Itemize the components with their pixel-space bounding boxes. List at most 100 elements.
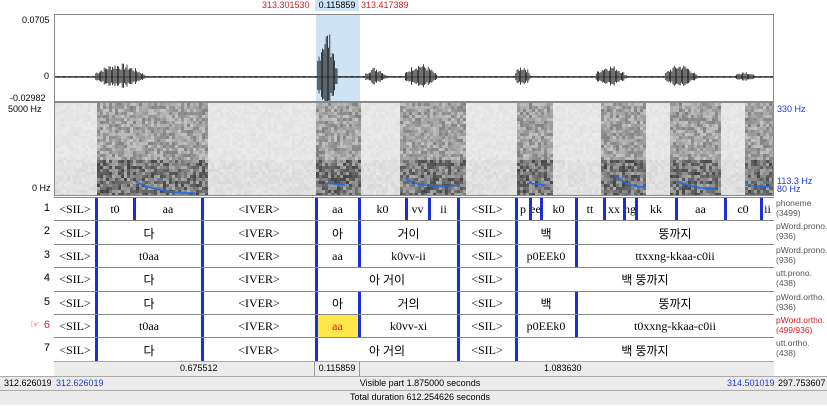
interval-boundary[interactable] — [201, 315, 204, 339]
interval-boundary[interactable] — [760, 198, 763, 222]
interval-boundary[interactable] — [315, 315, 318, 339]
tier-5[interactable]: <SIL> 다 <IVER> 아 거의 <SIL> 백 뚱까지 — [54, 290, 774, 315]
interval-boundary[interactable] — [315, 268, 318, 292]
tier-interval[interactable]: <SIL> — [54, 268, 96, 291]
interval-boundary[interactable] — [529, 198, 532, 222]
tier-interval[interactable]: <SIL> — [458, 245, 516, 268]
tier-interval[interactable]: <IVER> — [202, 315, 316, 338]
tier-interval[interactable]: vv — [406, 198, 429, 221]
interval-boundary[interactable] — [95, 244, 98, 269]
interval-boundary[interactable] — [457, 338, 460, 362]
tier-interval[interactable]: 백 — [516, 292, 576, 315]
tier-interval[interactable]: <SIL> — [54, 245, 96, 268]
interval-boundary[interactable] — [315, 221, 318, 245]
interval-boundary[interactable] — [575, 198, 578, 222]
tier-interval[interactable]: 백 — [516, 221, 576, 244]
tier-interval[interactable]: 다 — [96, 338, 202, 361]
tier-interval[interactable]: aa — [134, 198, 202, 221]
visible-right-outer[interactable]: 297.753607 — [778, 378, 826, 388]
visible-start[interactable]: 312.626019 — [56, 378, 104, 388]
tier-3[interactable]: <SIL> t0aa <IVER> aa k0vv-ii <SIL> p0EEk0 ttxxn… — [54, 243, 774, 269]
tier-interval[interactable]: c0 — [725, 198, 761, 221]
tier-interval[interactable]: p — [516, 198, 530, 221]
tier-interval[interactable]: k0vv-xi — [359, 315, 458, 338]
interval-boundary[interactable] — [95, 315, 98, 339]
interval-boundary[interactable] — [315, 338, 318, 362]
tier-interval[interactable]: t0aa — [96, 245, 202, 268]
interval-boundary[interactable] — [95, 221, 98, 245]
tier-interval[interactable]: <SIL> — [458, 315, 516, 338]
visible-left-outer[interactable]: 312.626019 — [4, 378, 52, 388]
interval-boundary[interactable] — [515, 221, 518, 245]
interval-boundary[interactable] — [457, 244, 460, 269]
interval-boundary[interactable] — [603, 198, 606, 222]
interval-boundary[interactable] — [457, 315, 460, 339]
interval-boundary[interactable] — [457, 198, 460, 222]
interval-boundary[interactable] — [358, 221, 361, 245]
interval-boundary[interactable] — [201, 268, 204, 292]
tier-interval[interactable]: <SIL> — [54, 198, 96, 221]
interval-boundary[interactable] — [515, 244, 518, 269]
interval-boundary[interactable] — [623, 198, 626, 222]
tier-interval[interactable]: 거이 — [359, 221, 458, 244]
interval-boundary[interactable] — [201, 221, 204, 245]
tier-1[interactable]: <SIL> t0 aa <IVER> aa k0 vv ii <SIL> p ee k0 tt xx ng k… — [54, 197, 774, 222]
interval-boundary[interactable] — [358, 198, 361, 222]
tier-interval[interactable]: t0aa — [96, 315, 202, 338]
tier-interval[interactable]: t0 — [96, 198, 134, 221]
tier-interval[interactable]: p0EEk0 — [516, 315, 576, 338]
interval-boundary[interactable] — [405, 198, 408, 222]
tier-interval[interactable]: <IVER> — [202, 198, 316, 221]
interval-boundary[interactable] — [358, 244, 361, 269]
interval-boundary[interactable] — [201, 198, 204, 222]
tier-interval[interactable]: aa — [316, 198, 359, 221]
interval-boundary[interactable] — [515, 315, 518, 339]
tier-2[interactable]: <SIL> 다 <IVER> 아 거이 <SIL> 백 뚱까지 — [54, 220, 774, 245]
tier-interval[interactable]: aa — [676, 198, 725, 221]
tier-interval[interactable]: 아 — [316, 292, 359, 315]
interval-boundary[interactable] — [315, 291, 318, 315]
interval-boundary[interactable] — [315, 198, 318, 222]
tier-interval[interactable]: t0xxng-kkaa-c0ii — [576, 315, 774, 338]
interval-boundary[interactable] — [95, 268, 98, 292]
interval-boundary[interactable] — [95, 338, 98, 362]
tier-interval[interactable]: xx — [604, 198, 624, 221]
tier-interval[interactable]: <IVER> — [202, 338, 316, 361]
interval-boundary[interactable] — [515, 291, 518, 315]
interval-boundary[interactable] — [358, 315, 361, 339]
tier-interval[interactable]: 아 — [316, 221, 359, 244]
interval-boundary[interactable] — [457, 221, 460, 245]
waveform-panel[interactable] — [54, 14, 774, 102]
interval-boundary[interactable] — [201, 244, 204, 269]
interval-boundary[interactable] — [675, 198, 678, 222]
duration-left[interactable]: 0.675512 — [180, 363, 218, 373]
visible-duration[interactable]: Visible part 1.875000 seconds — [300, 378, 540, 388]
tier-interval[interactable]: <SIL> — [54, 315, 96, 338]
interval-boundary[interactable] — [95, 291, 98, 315]
tier-interval[interactable]: <SIL> — [458, 198, 516, 221]
tier-interval[interactable]: <IVER> — [202, 292, 316, 315]
interval-boundary[interactable] — [575, 244, 578, 269]
tier-interval[interactable]: <SIL> — [458, 221, 516, 244]
tier-interval[interactable]: 다 — [96, 292, 202, 315]
interval-boundary[interactable] — [201, 338, 204, 362]
tier-interval[interactable]: <SIL> — [458, 292, 516, 315]
interval-boundary[interactable] — [457, 268, 460, 292]
interval-boundary[interactable] — [315, 244, 318, 269]
tier-interval[interactable]: ii — [429, 198, 458, 221]
spectrogram-panel[interactable] — [54, 102, 774, 196]
interval-boundary[interactable] — [724, 198, 727, 222]
tier-interval[interactable]: 아 거의 — [316, 338, 458, 361]
interval-boundary[interactable] — [515, 338, 518, 362]
total-duration[interactable]: Total duration 612.254626 seconds — [300, 392, 540, 402]
tier-interval[interactable]: kk — [636, 198, 676, 221]
tier-interval[interactable]: k0vv-ii — [359, 245, 458, 268]
interval-boundary[interactable] — [95, 198, 98, 222]
tier-interval[interactable]: <SIL> — [54, 292, 96, 315]
tier-6[interactable]: <SIL> t0aa <IVER> aa k0vv-xi <SIL> p0EEk0 t0xxn… — [54, 314, 774, 339]
interval-boundary[interactable] — [635, 198, 638, 222]
interval-boundary[interactable] — [575, 291, 578, 315]
tier-interval[interactable]: 뚱까지 — [576, 221, 774, 244]
duration-right[interactable]: 1.083630 — [544, 363, 582, 373]
interval-boundary[interactable] — [540, 198, 543, 222]
